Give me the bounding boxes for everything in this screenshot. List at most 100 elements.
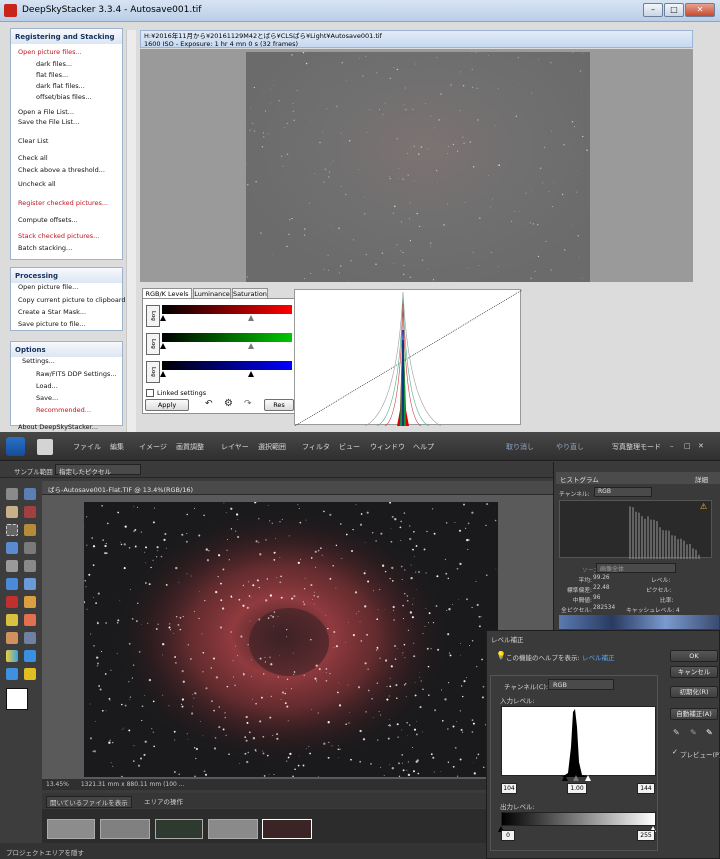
menu-select[interactable]: 選択範囲 xyxy=(258,442,286,452)
uncheck-all-link[interactable]: Uncheck all xyxy=(18,180,56,188)
open-picture-files-link[interactable]: Open picture files... xyxy=(18,48,82,56)
straighten-tool-icon[interactable] xyxy=(24,578,36,590)
save-picture-link[interactable]: Save picture to file... xyxy=(18,320,85,328)
hand-tool-icon[interactable] xyxy=(6,506,18,518)
bin-thumbnail-5-selected[interactable] xyxy=(262,819,312,839)
ok-button[interactable]: OK xyxy=(670,650,718,662)
red-black-point-slider[interactable] xyxy=(160,315,166,321)
gray-eyedropper-icon[interactable]: ✎ xyxy=(690,728,697,737)
bin-thumbnail-3[interactable] xyxy=(155,819,203,839)
create-star-mask-link[interactable]: Create a Star Mask... xyxy=(18,308,86,316)
menu-layer[interactable]: レイヤー xyxy=(221,442,249,452)
input-white-value[interactable]: 144 xyxy=(637,783,655,794)
red-eye-tool-icon[interactable] xyxy=(6,596,18,608)
gear-icon[interactable]: ⚙ xyxy=(224,398,233,409)
save-file-list-link[interactable]: Save the File List... xyxy=(18,118,79,126)
bin-action-menu[interactable]: エリアの操作 xyxy=(144,796,183,806)
copy-to-clipboard-link[interactable]: Copy current picture to clipboard xyxy=(18,296,126,304)
zoom-readout[interactable]: 13.45% xyxy=(46,781,69,788)
bin-thumbnail-2[interactable] xyxy=(100,819,150,839)
open-picture-file-link[interactable]: Open picture file... xyxy=(18,283,78,291)
gradient-tool-icon[interactable] xyxy=(6,650,18,662)
stack-checked-link[interactable]: Stack checked pictures... xyxy=(18,232,99,240)
offset-bias-files-link[interactable]: offset/bias files... xyxy=(36,93,91,101)
undo-button[interactable]: 取り消し xyxy=(506,442,534,452)
check-above-threshold-link[interactable]: Check above a threshold... xyxy=(18,166,105,174)
bin-thumbnail-1[interactable] xyxy=(47,819,95,839)
crop-tool-icon[interactable] xyxy=(24,560,36,572)
blue-black-point-slider[interactable] xyxy=(160,371,166,377)
compute-offsets-link[interactable]: Compute offsets... xyxy=(18,216,78,224)
blue-log-button[interactable]: Log xyxy=(146,361,160,383)
input-white-slider[interactable] xyxy=(585,775,591,781)
input-gamma-value[interactable]: 1.00 xyxy=(567,783,587,794)
menu-filter[interactable]: フィルタ xyxy=(302,442,330,452)
menu-view[interactable]: ビュー xyxy=(339,442,360,452)
histogram-detail-label[interactable]: 詳細 xyxy=(695,474,708,484)
batch-stacking-link[interactable]: Batch stacking... xyxy=(18,244,72,252)
menu-help[interactable]: ヘルプ xyxy=(413,442,434,452)
document-tab[interactable]: ばら-Autosave001-Flat.TIF @ 13.4%(RGB/16) xyxy=(42,481,553,495)
undo-icon[interactable]: ↶ xyxy=(205,399,213,409)
check-all-link[interactable]: Check all xyxy=(18,154,48,162)
organizer-button[interactable]: 写真整理モード xyxy=(612,442,661,452)
marquee-tool-icon[interactable] xyxy=(6,524,18,536)
clear-list-link[interactable]: Clear List xyxy=(18,137,48,145)
menu-enhance[interactable]: 画質調整 xyxy=(176,442,204,452)
home-icon[interactable] xyxy=(37,439,53,455)
raw-fits-settings-link[interactable]: Raw/FITS DDP Settings... xyxy=(36,370,117,378)
type-tool-icon[interactable] xyxy=(6,560,18,572)
blur-tool-icon[interactable] xyxy=(6,668,18,680)
linked-settings-checkbox[interactable] xyxy=(146,389,154,397)
about-link[interactable]: About DeepSkyStacker... xyxy=(18,423,98,431)
apply-button[interactable]: Apply xyxy=(145,399,189,411)
flat-files-link[interactable]: flat files... xyxy=(36,71,68,79)
cookie-cutter-icon[interactable] xyxy=(6,578,18,590)
output-black-value[interactable]: 0 xyxy=(501,830,515,841)
reset-button[interactable]: Res xyxy=(264,399,294,411)
black-eyedropper-icon[interactable]: ✎ xyxy=(673,728,680,737)
warning-icon[interactable]: ⚠ xyxy=(700,502,707,511)
shape-tool-icon[interactable] xyxy=(24,650,36,662)
levels-channel-dropdown[interactable]: RGB xyxy=(548,679,614,690)
foreground-color-swatch[interactable] xyxy=(6,688,28,710)
dark-flat-files-link[interactable]: dark flat files... xyxy=(36,82,85,90)
menu-edit[interactable]: 編集 xyxy=(110,442,124,452)
zoom-tool-icon[interactable] xyxy=(24,488,36,500)
sidebar-scrollbar[interactable] xyxy=(126,30,136,432)
auto-levels-button[interactable]: 自動補正(A) xyxy=(670,708,718,720)
sample-size-dropdown[interactable]: 指定したピクセル xyxy=(55,464,141,476)
green-black-point-slider[interactable] xyxy=(160,343,166,349)
paint-bucket-icon[interactable] xyxy=(24,632,36,644)
magic-wand-tool-icon[interactable] xyxy=(6,542,18,554)
histogram-source-dropdown[interactable]: 画像全体 xyxy=(596,563,676,573)
input-black-slider[interactable] xyxy=(562,775,568,781)
eraser-tool-icon[interactable] xyxy=(24,614,36,626)
clone-stamp-icon[interactable] xyxy=(6,614,18,626)
hide-project-bin-toggle[interactable]: プロジェクトエリアを隠す xyxy=(6,849,84,857)
histogram-channel-dropdown[interactable]: RGB xyxy=(594,487,652,497)
healing-brush-icon[interactable] xyxy=(24,596,36,608)
register-checked-link[interactable]: Register checked pictures... xyxy=(18,199,108,207)
sponge-tool-icon[interactable] xyxy=(24,668,36,680)
preview-checkbox[interactable]: ✓ xyxy=(672,748,678,756)
redo-button[interactable]: やり直し xyxy=(556,442,584,452)
move-tool-icon[interactable] xyxy=(6,488,18,500)
menu-window[interactable]: ウィンドウ xyxy=(370,442,405,452)
brush-tool-icon[interactable] xyxy=(6,632,18,644)
recommended-settings-link[interactable]: Recommended... xyxy=(36,406,91,414)
blue-midpoint-slider[interactable] xyxy=(248,371,254,377)
help-link[interactable]: レベル補正 xyxy=(582,652,615,662)
pse-close-button[interactable]: ✕ xyxy=(698,442,704,450)
input-gamma-slider[interactable] xyxy=(573,775,579,781)
maximize-button[interactable]: □ xyxy=(664,3,684,17)
green-midpoint-slider[interactable] xyxy=(248,343,254,349)
bin-thumbnail-4[interactable] xyxy=(208,819,258,839)
lasso-tool-icon[interactable] xyxy=(24,524,36,536)
menu-file[interactable]: ファイル xyxy=(73,442,101,452)
menu-image[interactable]: イメージ xyxy=(139,442,167,452)
bin-file-dropdown[interactable]: 開いているファイルを表示 xyxy=(46,796,132,808)
dark-files-link[interactable]: dark files... xyxy=(36,60,72,68)
layer-thumbnails-strip[interactable] xyxy=(559,615,719,629)
minimize-button[interactable]: – xyxy=(643,3,663,17)
